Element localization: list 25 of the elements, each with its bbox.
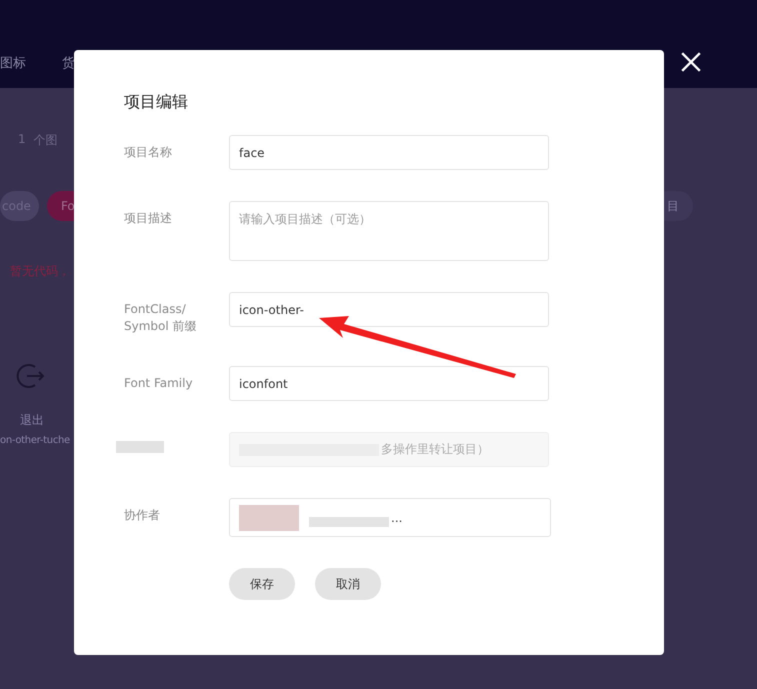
collaborator-text: ... <box>391 510 402 524</box>
textarea-field[interactable]: 请输入项目描述（可选） <box>229 201 549 261</box>
dialog-button[interactable]: 保存 <box>229 568 295 600</box>
notice-text: 暂无代码， <box>10 263 71 280</box>
nav-item[interactable]: 货 <box>62 54 75 72</box>
icon-label: 退出 <box>20 412 44 429</box>
field-label: 项目描述 <box>124 210 173 227</box>
input-field[interactable]: iconfont <box>229 366 549 401</box>
icon-name: on-other-tuche <box>0 435 70 446</box>
field-label: 协作者 <box>124 507 161 524</box>
input-field[interactable]: ... <box>229 498 551 537</box>
dialog-title: 项目编辑 <box>124 92 189 113</box>
input-field[interactable]: icon-other- <box>229 292 549 327</box>
field-label: 项目名称 <box>124 144 173 161</box>
icon-count: 1 <box>18 132 26 148</box>
redacted-block <box>239 504 299 530</box>
nav-item[interactable]: 图标 <box>0 54 26 72</box>
close-button[interactable] <box>680 51 702 73</box>
placeholder-text: 多操作里转让项目） <box>381 441 489 458</box>
dialog-button[interactable]: 取消 <box>315 568 381 600</box>
field-label: FontClass/ Symbol 前缀 <box>124 301 198 335</box>
input-field[interactable]: face <box>229 135 549 170</box>
count-label: 个图 <box>34 132 58 149</box>
field-label: Font Family <box>124 375 194 392</box>
redacted-block <box>116 441 164 453</box>
